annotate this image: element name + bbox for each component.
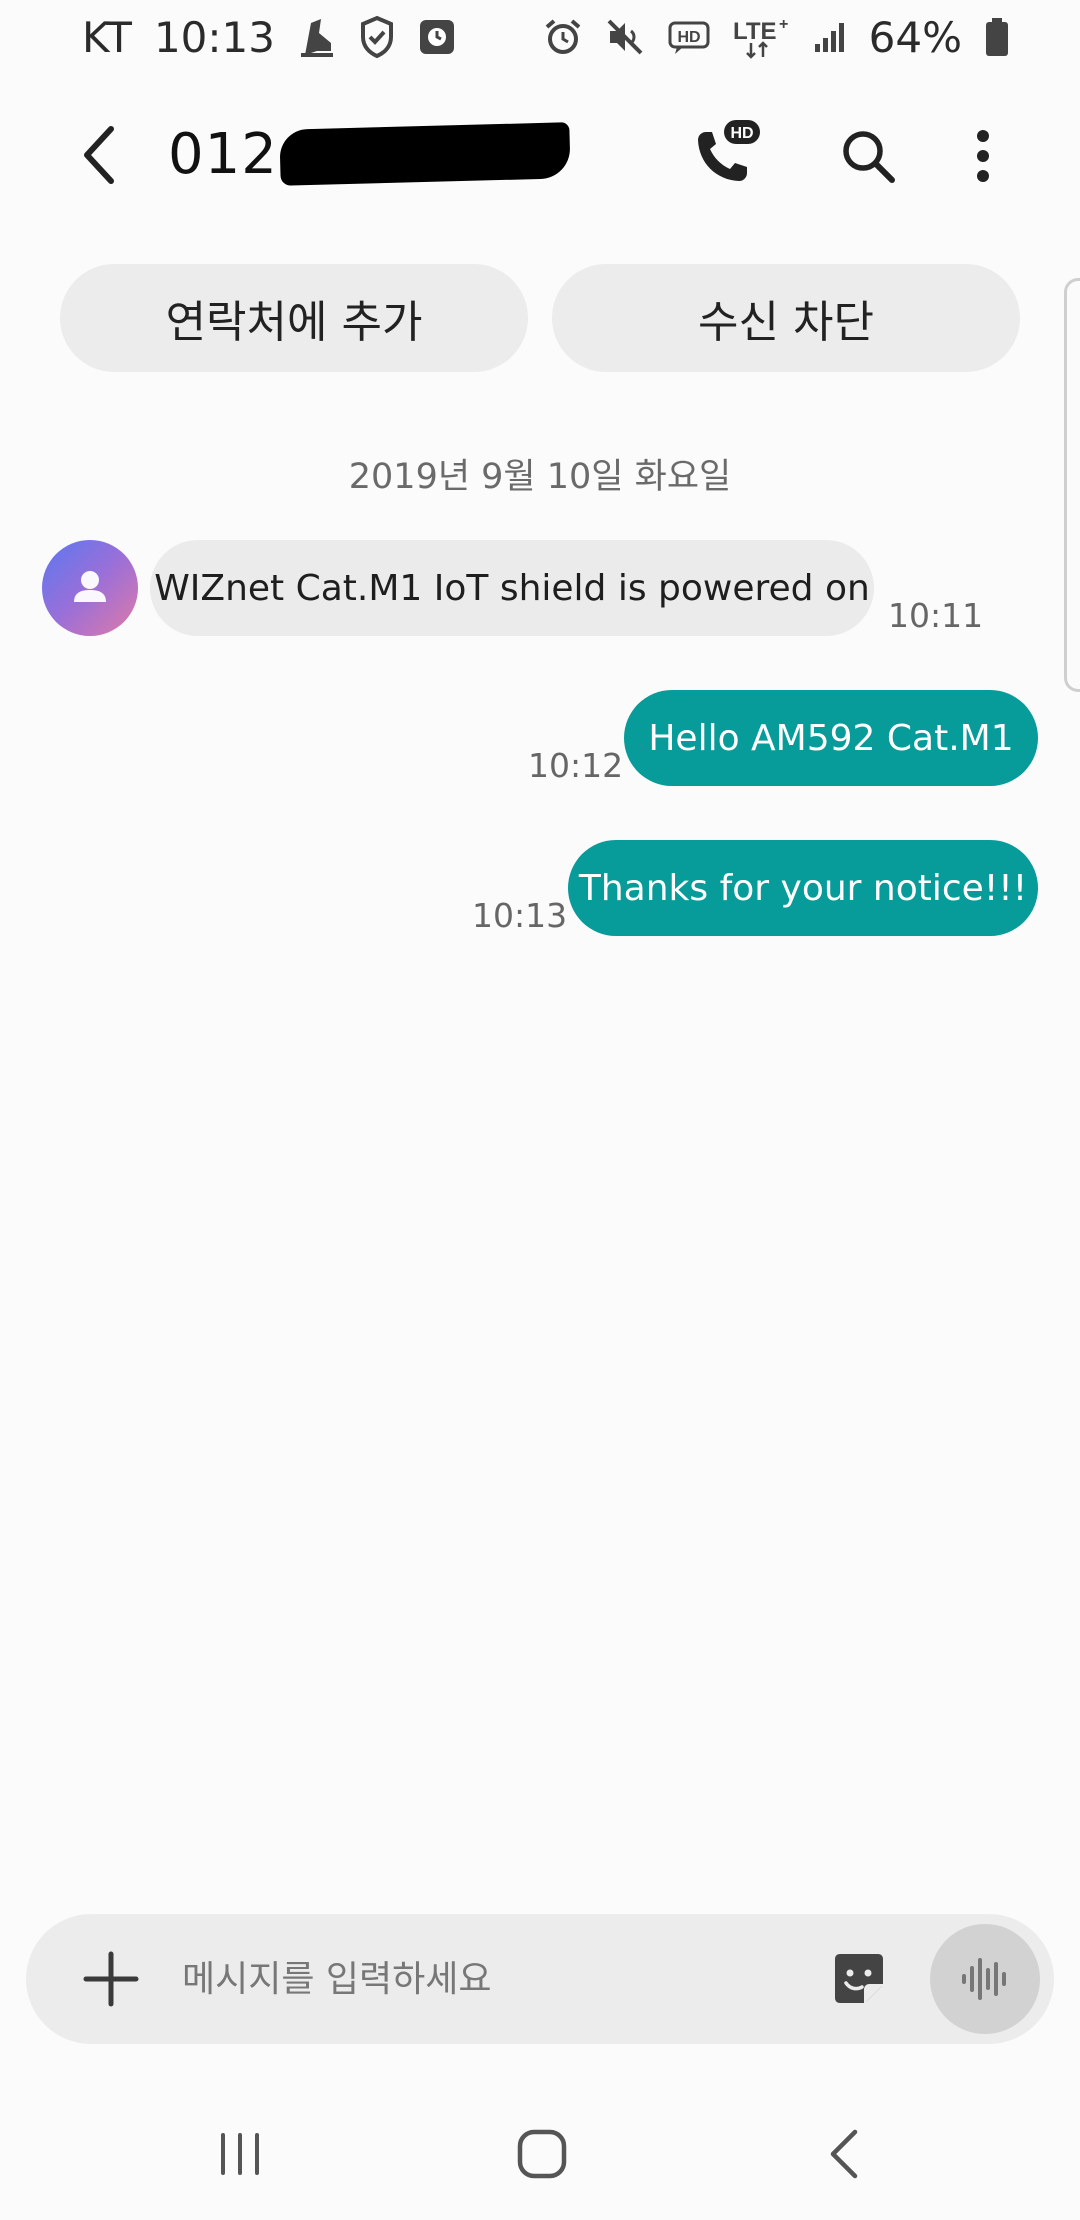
message-input[interactable]	[182, 1944, 802, 2014]
more-options-button[interactable]	[948, 118, 1018, 194]
voice-waveform-icon	[962, 1958, 1006, 2000]
message-timestamp: 10:12	[528, 746, 624, 785]
message-timestamp: 10:13	[472, 896, 568, 935]
recents-icon	[221, 2133, 259, 2175]
carrier-label: KT	[82, 12, 132, 62]
signal-icon	[813, 20, 847, 54]
clock-app-icon	[417, 17, 457, 57]
hd-call-icon: HD	[698, 120, 760, 181]
search-button[interactable]	[830, 118, 906, 194]
back-button[interactable]	[64, 120, 134, 190]
outgoing-message[interactable]: Thanks for your notice!!!	[568, 840, 1038, 936]
incoming-message[interactable]: WIZnet Cat.M1 IoT shield is powered on	[150, 540, 874, 636]
status-bar-right: HD LTE + 64%	[543, 13, 1010, 62]
sticker-button[interactable]	[824, 1944, 894, 2014]
chevron-left-icon	[830, 2129, 858, 2179]
svg-text:HD: HD	[730, 125, 753, 142]
sticker-icon	[835, 1954, 883, 2003]
shield-icon	[359, 15, 395, 59]
voice-record-button[interactable]	[930, 1924, 1040, 2034]
date-separator: 2019년 9월 10일 화요일	[348, 457, 732, 497]
alarm-icon	[543, 17, 583, 57]
hd-voice-icon: HD	[667, 17, 711, 57]
redaction-mark	[279, 122, 571, 186]
search-icon	[843, 131, 895, 183]
block-number-button[interactable]: 수신 차단	[552, 264, 1020, 372]
add-to-contacts-button[interactable]: 연락처에 추가	[60, 264, 528, 372]
back-arrow-icon	[84, 126, 114, 184]
battery-icon	[984, 17, 1010, 57]
outgoing-message[interactable]: Hello AM592 Cat.M1	[624, 690, 1038, 786]
mute-icon	[605, 17, 645, 57]
conversation-header: 012- HD	[0, 80, 1080, 230]
system-navigation-bar	[0, 2080, 1080, 2220]
svg-text:HD: HD	[677, 29, 700, 46]
home-icon	[517, 2129, 567, 2179]
status-bar: KT 10:13 HD LTE + 64%	[0, 0, 1080, 74]
shoe-icon	[297, 15, 337, 59]
svg-text:+: +	[779, 16, 788, 33]
contact-avatar[interactable]	[42, 540, 138, 636]
lte-icon: LTE +	[733, 15, 791, 59]
person-icon	[74, 571, 106, 602]
svg-text:LTE: LTE	[733, 18, 777, 45]
battery-percent: 64%	[868, 12, 962, 62]
attach-button[interactable]	[76, 1944, 146, 2014]
system-back-button[interactable]	[794, 2112, 894, 2196]
recent-apps-button[interactable]	[190, 2112, 290, 2196]
message-composer	[26, 1914, 1054, 2044]
message-timestamp: 10:11	[888, 596, 984, 635]
call-button[interactable]: HD	[686, 118, 762, 194]
clock-time: 10:13	[153, 12, 275, 62]
status-bar-left: KT 10:13	[82, 13, 457, 62]
plus-icon	[83, 1951, 139, 2007]
more-vertical-icon	[977, 130, 989, 182]
home-button[interactable]	[492, 2112, 592, 2196]
